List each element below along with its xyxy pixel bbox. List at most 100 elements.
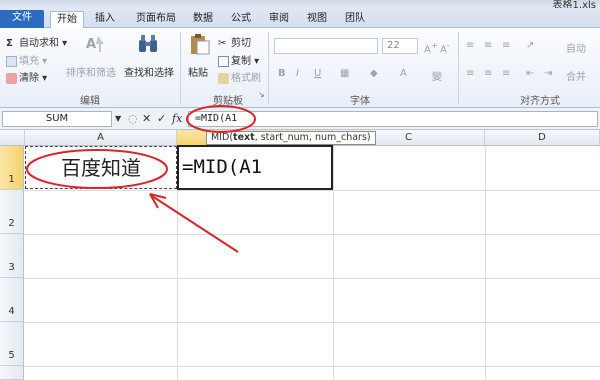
tab-page-layout[interactable]: 页面布局 bbox=[128, 11, 184, 28]
tab-view[interactable]: 视图 bbox=[302, 11, 332, 28]
alignment-group-label: 对齐方式 bbox=[520, 96, 560, 107]
align-bottom-button[interactable]: ≡ bbox=[502, 40, 510, 51]
ribbon-tabs: 文件 开始 插入 页面布局 数据 公式 审阅 视图 团队 bbox=[0, 8, 600, 28]
cancel-icon[interactable]: ✕ bbox=[142, 112, 151, 125]
gridline bbox=[333, 146, 334, 380]
increase-indent-button[interactable]: ⇥ bbox=[544, 68, 552, 79]
group-divider bbox=[458, 32, 459, 104]
function-tooltip: MID(text, start_num, num_chars) bbox=[206, 131, 376, 145]
formula-input[interactable]: =MID(A1 bbox=[188, 111, 598, 127]
italic-button[interactable]: I bbox=[296, 68, 299, 79]
tab-home[interactable]: 开始 bbox=[50, 11, 84, 28]
group-divider bbox=[180, 32, 181, 104]
row-header-6[interactable] bbox=[0, 366, 24, 380]
cut-label: 剪切 bbox=[231, 38, 251, 49]
copy-label: 复制 bbox=[231, 56, 251, 67]
align-middle-button[interactable]: ≡ bbox=[484, 40, 492, 51]
tab-data[interactable]: 数据 bbox=[188, 11, 218, 28]
gridline bbox=[24, 366, 600, 367]
bold-button[interactable]: B bbox=[278, 68, 286, 79]
tab-insert[interactable]: 插入 bbox=[90, 11, 120, 28]
tab-team[interactable]: 团队 bbox=[340, 11, 370, 28]
font-size-value: 22 bbox=[387, 40, 400, 51]
tab-file[interactable]: 文件 bbox=[0, 10, 44, 28]
enter-icon[interactable]: ✓ bbox=[157, 112, 166, 125]
scissors-icon: ✂ bbox=[218, 37, 227, 49]
fill-down-icon bbox=[6, 55, 17, 67]
tooltip-args: , start_num, num_chars) bbox=[254, 132, 371, 143]
phonetic-button[interactable]: 變 bbox=[432, 68, 442, 83]
underline-button[interactable]: U bbox=[314, 68, 321, 79]
row-header-1[interactable]: 1 bbox=[0, 146, 24, 190]
align-right-button[interactable]: ≡ bbox=[502, 68, 510, 79]
fill-label: 填充 bbox=[19, 56, 39, 67]
row-header-4[interactable]: 4 bbox=[0, 278, 24, 322]
gridline bbox=[24, 322, 600, 323]
format-painter-label: 格式刷 bbox=[231, 73, 261, 84]
cell-b1-editing[interactable]: =MID(A1 bbox=[177, 145, 333, 190]
clipboard-group-label: 剪贴板 bbox=[213, 96, 243, 107]
clear-label: 清除 bbox=[19, 73, 39, 84]
spreadsheet-grid: A B C D 1 2 3 4 5 百度知道 =MID(A1 bbox=[0, 130, 600, 380]
group-divider bbox=[268, 32, 269, 104]
align-top-button[interactable]: ≡ bbox=[466, 40, 474, 51]
wrap-text-button[interactable]: 自动 bbox=[566, 40, 586, 55]
gridline bbox=[485, 146, 486, 380]
clear-button[interactable]: 清除 ▾ bbox=[6, 69, 47, 84]
find-select-button[interactable]: 查找和选择 bbox=[124, 64, 174, 79]
tooltip-current-arg[interactable]: text bbox=[233, 132, 255, 143]
row-header-5[interactable]: 5 bbox=[0, 322, 24, 366]
align-center-button[interactable]: ≡ bbox=[484, 68, 492, 79]
grow-font-button[interactable]: A+ bbox=[424, 40, 438, 55]
cut-button[interactable]: ✂ 剪切 bbox=[218, 34, 251, 50]
svg-text:A: A bbox=[86, 37, 96, 52]
column-header-d[interactable]: D bbox=[485, 130, 600, 146]
row-number: 5 bbox=[8, 350, 15, 361]
copy-button[interactable]: 复制 ▾ bbox=[218, 52, 259, 67]
row-header-3[interactable]: 3 bbox=[0, 234, 24, 278]
sort-filter-icon: A bbox=[86, 36, 104, 52]
gridline bbox=[24, 234, 600, 235]
sort-filter-button[interactable]: 排序和筛选 bbox=[66, 64, 116, 79]
align-left-button[interactable]: ≡ bbox=[466, 68, 474, 79]
fill-color-button[interactable]: ◆ bbox=[370, 68, 378, 79]
gridline bbox=[24, 190, 600, 191]
font-color-button[interactable]: A bbox=[400, 68, 407, 79]
insert-function-icon[interactable]: fx bbox=[172, 112, 182, 125]
tab-review[interactable]: 审阅 bbox=[264, 11, 294, 28]
font-group-label: 字体 bbox=[350, 96, 370, 107]
select-all-corner[interactable] bbox=[0, 130, 25, 146]
fill-button[interactable]: 填充 ▾ bbox=[6, 52, 47, 67]
cell-a1[interactable]: 百度知道 bbox=[25, 146, 177, 189]
decrease-indent-button[interactable]: ⇤ bbox=[526, 68, 534, 79]
copy-icon bbox=[218, 55, 229, 67]
edit-group-label: 编辑 bbox=[80, 96, 100, 107]
paste-button[interactable]: 粘贴 bbox=[188, 64, 208, 79]
row-number: 3 bbox=[8, 262, 15, 273]
shrink-font-button[interactable]: A- bbox=[440, 40, 450, 55]
orientation-button[interactable]: ↗ bbox=[526, 40, 534, 51]
binoculars-icon bbox=[139, 35, 157, 52]
font-name-select[interactable] bbox=[274, 38, 378, 54]
paste-icon bbox=[191, 34, 210, 55]
gridline bbox=[24, 278, 600, 279]
name-box[interactable]: SUM bbox=[2, 111, 112, 127]
font-size-select[interactable]: 22 bbox=[382, 38, 418, 54]
row-header-2[interactable]: 2 bbox=[0, 190, 24, 234]
column-header-a[interactable]: A bbox=[25, 130, 177, 146]
row-number: 4 bbox=[8, 306, 15, 317]
autosum-button[interactable]: Σ 自动求和 ▾ bbox=[6, 34, 67, 50]
merge-button[interactable]: 合并 bbox=[566, 68, 586, 83]
eraser-icon bbox=[6, 72, 17, 84]
clipboard-launcher-icon[interactable]: ↘ bbox=[258, 90, 265, 99]
tab-formulas[interactable]: 公式 bbox=[226, 11, 256, 28]
paintbrush-icon bbox=[218, 72, 229, 84]
ribbon: Σ 自动求和 ▾ 填充 ▾ 清除 ▾ A 排序和筛选 查找和选择 编辑 粘贴 ✂ 剪… bbox=[0, 28, 600, 108]
formula-bar-handle-icon[interactable]: ◌ bbox=[128, 112, 138, 125]
border-button[interactable]: ▦ bbox=[340, 68, 349, 79]
format-painter-button[interactable]: 格式刷 bbox=[218, 69, 261, 84]
name-box-dropdown-icon[interactable]: ▼ bbox=[115, 114, 121, 123]
formula-bar: SUM ▼ ◌ ✕ ✓ fx =MID(A1 bbox=[0, 108, 600, 130]
autosum-label: 自动求和 bbox=[19, 38, 59, 49]
sigma-icon: Σ bbox=[6, 37, 13, 49]
